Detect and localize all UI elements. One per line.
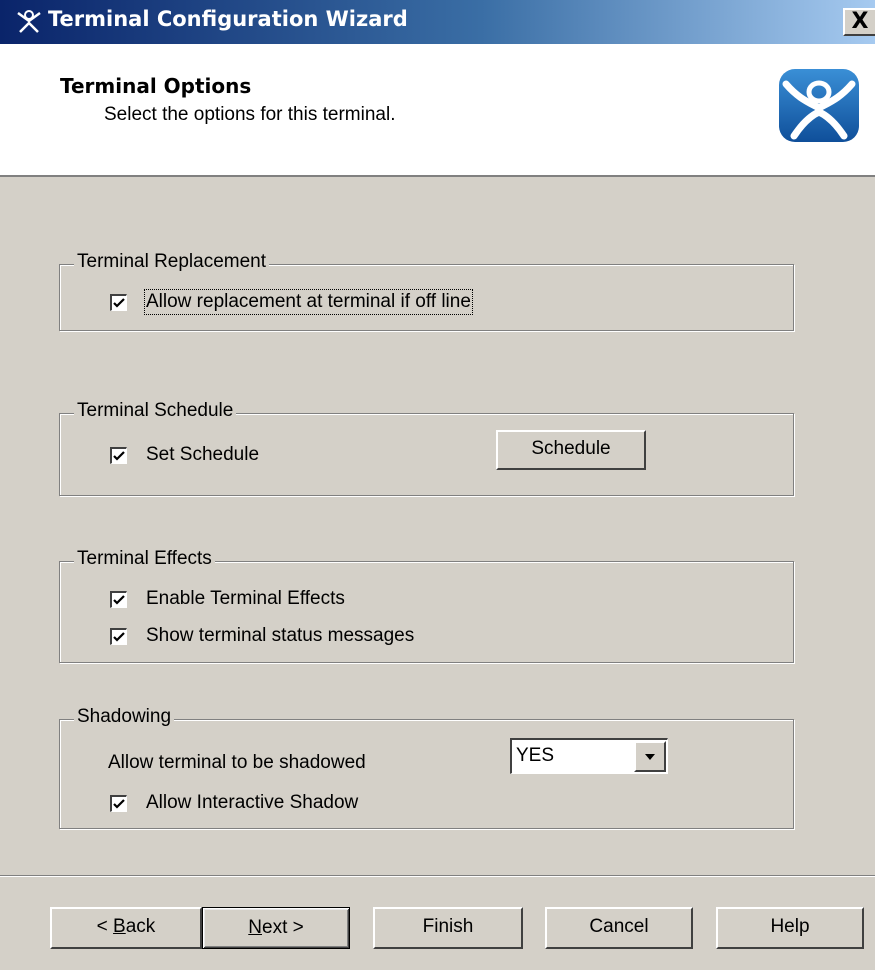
checkmark-icon (113, 798, 125, 809)
allow-replacement-checkbox[interactable]: Allow replacement at terminal if off lin… (110, 289, 473, 315)
checkbox-box[interactable] (110, 794, 127, 812)
checkbox-box[interactable] (110, 590, 127, 608)
checkmark-icon (113, 297, 125, 308)
terminal-effects-group: Terminal Effects Enable Terminal Effects… (59, 548, 794, 663)
interactive-shadow-checkbox[interactable]: Allow Interactive Shadow (110, 792, 358, 814)
page-title: Terminal Options (60, 74, 252, 98)
checkmark-icon (113, 631, 125, 642)
cancel-button[interactable]: Cancel (545, 907, 693, 949)
group-legend: Shadowing (74, 706, 175, 728)
shadowing-group: Shadowing Allow terminal to be shadowed … (59, 706, 794, 829)
wizard-window: Terminal Configuration Wizard X Terminal… (0, 0, 875, 970)
group-legend: Terminal Schedule (74, 400, 237, 422)
help-button-label: Help (770, 916, 810, 937)
checkbox-label: Enable Terminal Effects (146, 588, 345, 609)
checkbox-label: Allow replacement at terminal if off lin… (144, 289, 473, 315)
dropdown-arrow-button[interactable] (634, 741, 666, 772)
title-bar[interactable]: Terminal Configuration Wizard X (0, 0, 875, 44)
terminal-replacement-group: Terminal Replacement Allow replacement a… (59, 251, 794, 331)
terminal-schedule-group: Terminal Schedule Set Schedule Schedule (59, 400, 794, 496)
finish-button[interactable]: Finish (373, 907, 523, 949)
help-button[interactable]: Help (716, 907, 864, 949)
shadow-dropdown[interactable]: YES (510, 738, 668, 774)
checkbox-label: Allow Interactive Shadow (146, 792, 359, 813)
schedule-button[interactable]: Schedule (496, 430, 646, 470)
checkbox-box[interactable] (110, 293, 127, 311)
checkbox-label: Set Schedule (146, 444, 260, 465)
enable-effects-checkbox[interactable]: Enable Terminal Effects (110, 588, 345, 610)
chevron-down-icon (645, 754, 655, 760)
window-title: Terminal Configuration Wizard (48, 7, 408, 31)
checkbox-label: Show terminal status messages (146, 625, 415, 646)
footer-divider (0, 875, 875, 877)
checkmark-icon (113, 594, 125, 605)
page-subtitle: Select the options for this terminal. (104, 104, 396, 125)
schedule-button-label: Schedule (531, 438, 611, 459)
cancel-button-label: Cancel (589, 916, 649, 937)
group-legend: Terminal Effects (74, 548, 215, 570)
group-legend: Terminal Replacement (74, 251, 270, 273)
thinmanager-logo-icon (779, 69, 859, 142)
back-button[interactable]: < Back (50, 907, 202, 949)
allow-shadow-label: Allow terminal to be shadowed (108, 752, 366, 773)
checkbox-box[interactable] (110, 627, 127, 645)
back-button-label: < Back (96, 916, 156, 937)
next-button-label: Next > (248, 917, 304, 938)
shadow-dropdown-value: YES (516, 745, 555, 766)
show-status-checkbox[interactable]: Show terminal status messages (110, 625, 414, 647)
set-schedule-checkbox[interactable]: Set Schedule (110, 444, 259, 466)
next-button[interactable]: Next > (202, 907, 350, 949)
close-button[interactable]: X (843, 8, 875, 36)
thinmanager-icon (17, 10, 41, 33)
finish-button-label: Finish (422, 916, 474, 937)
checkbox-box[interactable] (110, 446, 127, 464)
wizard-header: Terminal Options Select the options for … (0, 44, 875, 177)
checkmark-icon (113, 450, 125, 461)
